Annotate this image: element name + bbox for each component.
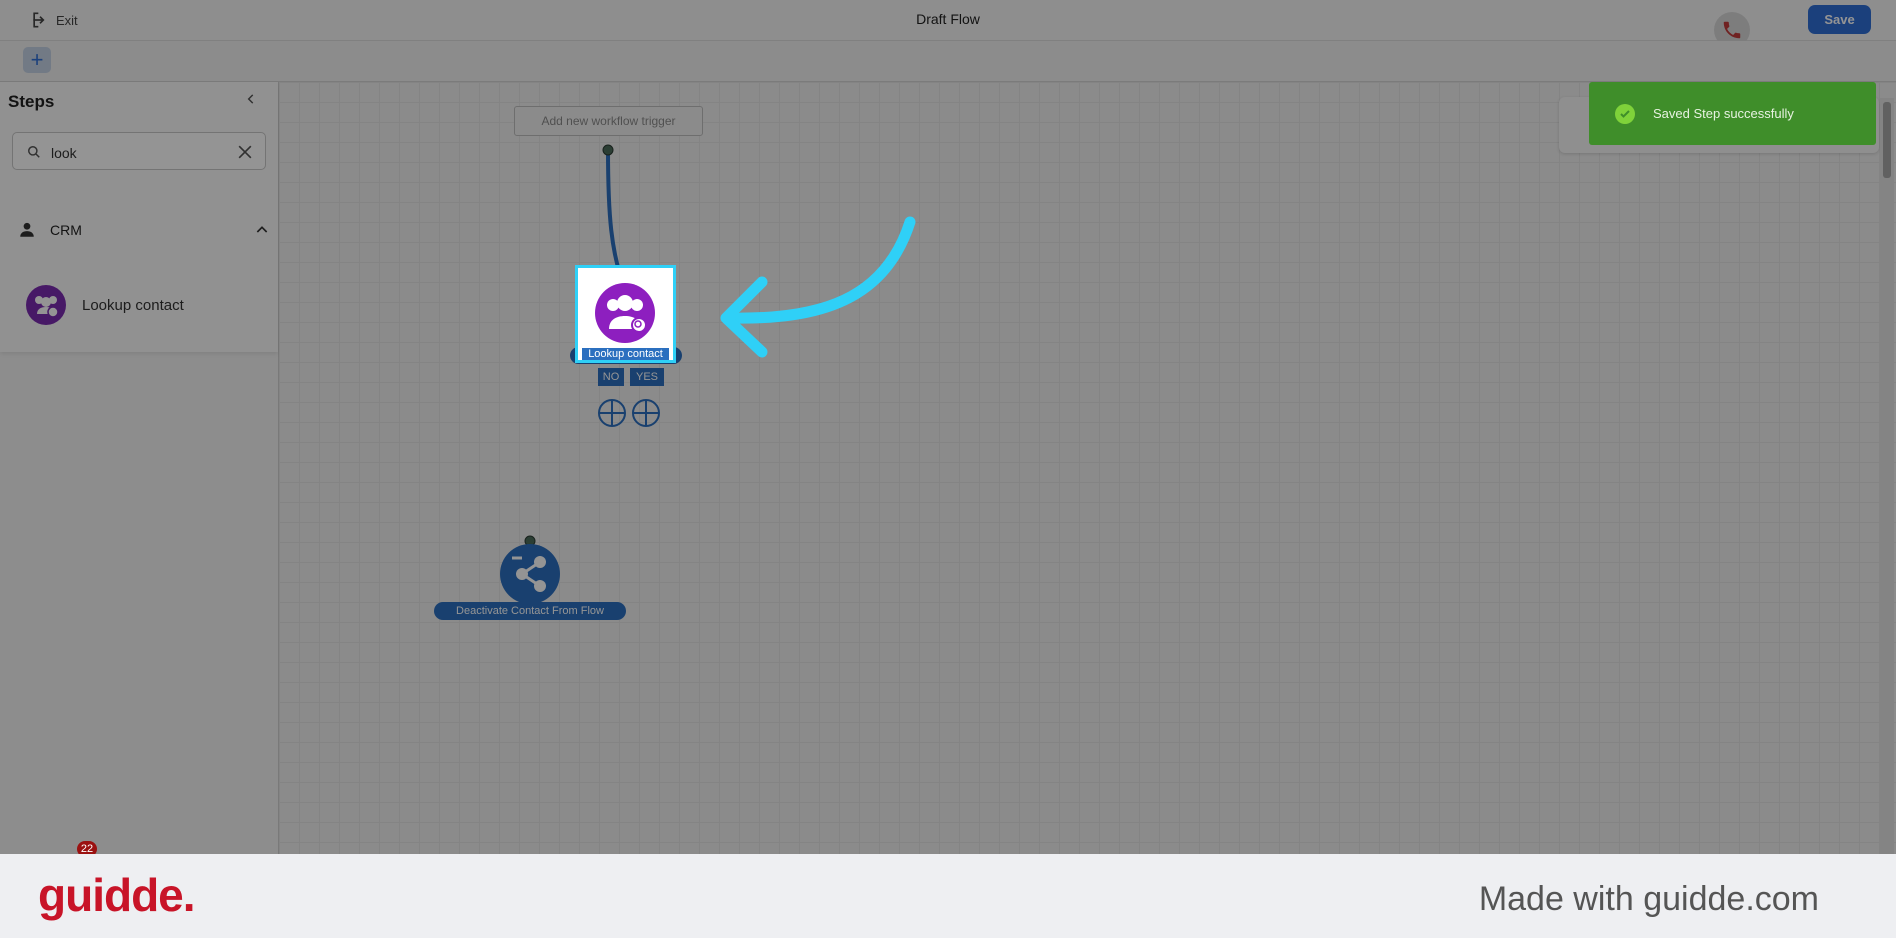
add-branch-no-icon[interactable]	[597, 398, 627, 428]
success-toast: Saved Step successfully	[1589, 82, 1876, 145]
scrollbar-thumb[interactable]	[1883, 102, 1891, 178]
guidde-logo: guidde.	[38, 869, 196, 921]
highlighted-node-label: Lookup contact	[588, 348, 663, 360]
trigger-port[interactable]	[602, 144, 614, 156]
branch-no[interactable]: NO	[598, 368, 624, 386]
canvas-scrollbar[interactable]	[1880, 98, 1894, 854]
deactivate-node-label: Deactivate Contact From Flow	[434, 602, 626, 620]
made-with-text: Made with guidde.com	[1478, 880, 1819, 918]
highlighted-node-icon	[595, 283, 655, 343]
check-icon	[1615, 103, 1635, 124]
add-branch-yes-icon[interactable]	[631, 398, 661, 428]
toast-message: Saved Step successfully	[1653, 106, 1794, 121]
deactivate-node-icon[interactable]	[500, 544, 560, 604]
branch-yes[interactable]: YES	[630, 368, 664, 386]
trigger-connector	[606, 149, 624, 283]
workflow-editor: Exit Draft Flow Save + Steps CRM	[0, 0, 1896, 857]
